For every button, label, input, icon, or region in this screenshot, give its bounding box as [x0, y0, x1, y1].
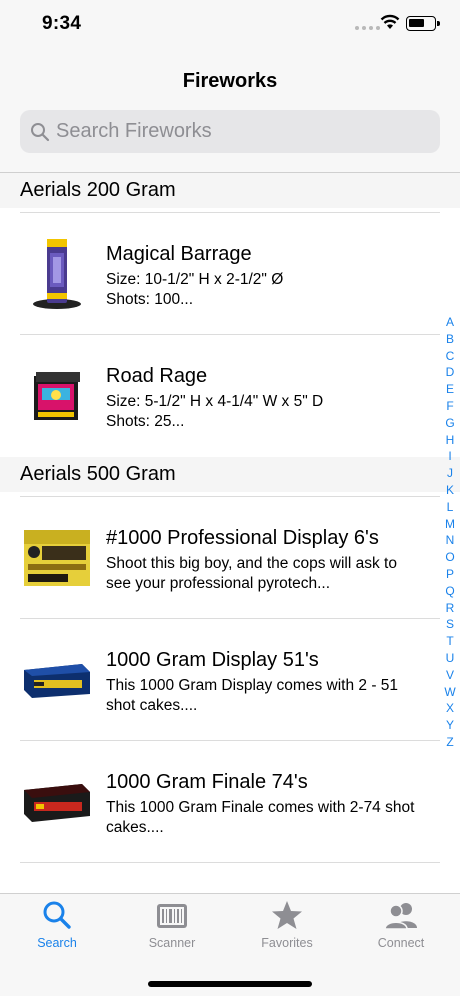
page-title: Fireworks	[182, 70, 278, 92]
index-letter[interactable]: S	[446, 616, 454, 633]
list-item[interactable]: #1000 Professional Display 6's Shoot thi…	[0, 497, 460, 619]
index-letter[interactable]: D	[446, 364, 455, 381]
product-thumbnail	[20, 763, 94, 841]
item-description: This 1000 Gram Display comes with 2 - 51…	[106, 677, 399, 714]
item-description: Size: 5-1/2" H x 4-1/4" W x 5" D Shots: …	[106, 392, 416, 432]
status-bar: 9:34	[0, 0, 460, 50]
search-icon	[31, 123, 50, 142]
item-name: 1000 Gram Finale 74's	[106, 771, 308, 793]
item-size: Size: 10-1/2" H x 2-1/2" Ø	[106, 271, 284, 288]
people-icon	[384, 903, 417, 930]
tab-label: Search	[37, 936, 77, 950]
fireworks-list[interactable]: Aerials 200 Gram Magical Barrage Size: 1…	[0, 173, 460, 863]
index-letter[interactable]: C	[446, 348, 455, 365]
index-letter[interactable]: P	[446, 566, 454, 583]
index-letter[interactable]: K	[446, 482, 454, 499]
item-name: Road Rage	[106, 365, 208, 387]
section-header: Aerials 200 Gram	[0, 173, 460, 208]
navigation-bar: Fireworks	[0, 50, 460, 173]
section-index[interactable]: ABCDEFGHIJKLMNOPQRSTUVWXYZ	[442, 314, 458, 751]
status-time: 9:34	[42, 13, 82, 34]
index-letter[interactable]: E	[446, 381, 454, 398]
star-icon	[272, 901, 302, 929]
index-letter[interactable]: Y	[446, 717, 454, 734]
index-letter[interactable]: F	[446, 398, 453, 415]
index-letter[interactable]: B	[446, 331, 454, 348]
product-thumbnail	[20, 235, 94, 313]
index-letter[interactable]: A	[446, 314, 454, 331]
divider	[20, 862, 440, 863]
index-letter[interactable]: J	[447, 465, 453, 482]
tab-scanner[interactable]: Scanner	[122, 900, 222, 950]
item-name: 1000 Gram Display 51's	[106, 649, 319, 671]
search-icon	[43, 901, 71, 929]
wifi-icon	[380, 14, 400, 29]
index-letter[interactable]: V	[446, 667, 454, 684]
barcode-icon	[157, 904, 187, 928]
tab-favorites[interactable]: Favorites	[237, 900, 337, 950]
search-bar[interactable]	[20, 110, 440, 153]
section-header: Aerials 500 Gram	[0, 457, 460, 492]
index-letter[interactable]: N	[446, 532, 455, 549]
item-description: Size: 10-1/2" H x 2-1/2" Ø Shots: 100...	[106, 270, 416, 310]
index-letter[interactable]: G	[445, 415, 454, 432]
cellular-signal-icon	[355, 26, 380, 30]
list-item[interactable]: Magical Barrage Size: 10-1/2" H x 2-1/2"…	[0, 213, 460, 335]
list-item[interactable]: Road Rage Size: 5-1/2" H x 4-1/4" W x 5"…	[0, 335, 460, 457]
item-shots: Shots: 25...	[106, 413, 185, 430]
index-letter[interactable]: H	[446, 432, 455, 449]
battery-icon	[406, 16, 440, 31]
item-name: #1000 Professional Display 6's	[106, 527, 379, 549]
item-name: Magical Barrage	[106, 243, 252, 265]
tab-label: Scanner	[148, 936, 196, 950]
index-letter[interactable]: I	[448, 448, 451, 465]
product-thumbnail	[20, 641, 94, 719]
item-description: This 1000 Gram Finale comes with 2-74 sh…	[106, 799, 415, 836]
index-letter[interactable]: W	[444, 684, 455, 701]
index-letter[interactable]: M	[445, 516, 455, 533]
index-letter[interactable]: X	[446, 700, 454, 717]
tab-search[interactable]: Search	[7, 900, 107, 950]
index-letter[interactable]: O	[445, 549, 454, 566]
product-thumbnail	[20, 519, 94, 597]
list-item[interactable]: 1000 Gram Finale 74's This 1000 Gram Fin…	[0, 741, 460, 863]
product-thumbnail	[20, 357, 94, 435]
search-input[interactable]	[56, 110, 426, 153]
index-letter[interactable]: T	[446, 633, 453, 650]
tab-label: Favorites	[261, 936, 313, 950]
list-item[interactable]: 1000 Gram Display 51's This 1000 Gram Di…	[0, 619, 460, 741]
index-letter[interactable]: Z	[446, 734, 453, 751]
tab-connect[interactable]: Connect	[351, 900, 451, 950]
item-description: Shoot this big boy, and the cops will as…	[106, 555, 397, 592]
item-size: Size: 5-1/2" H x 4-1/4" W x 5" D	[106, 393, 324, 410]
tab-label: Connect	[377, 936, 425, 950]
index-letter[interactable]: U	[446, 650, 455, 667]
item-shots: Shots: 100...	[106, 291, 194, 308]
index-letter[interactable]: R	[446, 600, 455, 617]
home-indicator	[148, 981, 312, 987]
index-letter[interactable]: Q	[445, 583, 454, 600]
index-letter[interactable]: L	[447, 499, 454, 516]
